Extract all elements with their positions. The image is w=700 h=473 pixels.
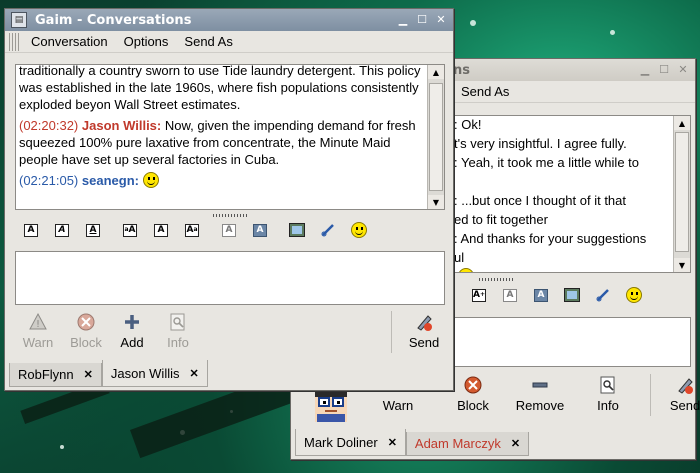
close-tab-icon[interactable]: ✕ xyxy=(189,367,198,380)
minimize-icon[interactable]: ▁ xyxy=(395,12,411,27)
info-button[interactable]: Info xyxy=(588,374,628,416)
smiley-icon[interactable] xyxy=(624,285,644,305)
scroll-down-icon[interactable]: ▼ xyxy=(428,195,444,209)
scroll-up-icon[interactable]: ▲ xyxy=(428,65,444,79)
chat-message: (02:21:05) seanegn: xyxy=(19,172,424,189)
scroll-thumb[interactable] xyxy=(675,132,689,252)
message-sender: Jason Willis: xyxy=(81,118,162,133)
maximize-icon[interactable]: ☐ xyxy=(414,12,430,27)
tab-strip: RobFlynn ✕ Jason Willis ✕ xyxy=(9,360,208,387)
title-bar[interactable]: ▤ Gaim - Conversations ▁ ☐ ✕ xyxy=(5,9,453,31)
remove-button[interactable]: Remove xyxy=(512,374,568,416)
font-face-icon[interactable]: A xyxy=(500,285,520,305)
link-icon[interactable] xyxy=(593,285,613,305)
svg-text:!: ! xyxy=(36,319,40,330)
send-button[interactable]: Send xyxy=(665,374,700,416)
font-size-up-icon[interactable]: Aa xyxy=(182,220,202,240)
minimize-icon[interactable]: ▁ xyxy=(637,62,653,77)
menu-send-as[interactable]: Send As xyxy=(453,84,517,99)
add-button[interactable]: Add xyxy=(115,311,149,353)
block-button[interactable]: Block xyxy=(69,311,103,353)
scroll-thumb[interactable] xyxy=(429,83,443,191)
message-line: : And thanks for your suggestions xyxy=(454,231,647,246)
info-button[interactable]: Info xyxy=(161,311,195,353)
info-icon xyxy=(167,311,189,333)
smiley-icon xyxy=(142,172,159,188)
link-icon[interactable] xyxy=(318,220,338,240)
menu-options[interactable]: Options xyxy=(116,34,177,49)
message-entry[interactable] xyxy=(453,317,691,367)
message-text: Now, given the impending demand for fres… xyxy=(19,118,416,167)
format-toolbar: A + A A xyxy=(469,285,655,305)
close-tab-icon[interactable]: ✕ xyxy=(84,368,93,381)
tab-jason-willis[interactable]: Jason Willis ✕ xyxy=(101,360,208,387)
scroll-up-icon[interactable]: ▲ xyxy=(674,116,690,130)
underline-icon[interactable]: A xyxy=(83,220,103,240)
font-face-icon[interactable]: A xyxy=(219,220,239,240)
send-button[interactable]: Send xyxy=(406,311,442,353)
message-line: : Ok! xyxy=(454,117,482,132)
scroll-down-icon[interactable]: ▼ xyxy=(674,258,690,272)
tab-strip: Mark Doliner ✕ Adam Marczyk ✕ xyxy=(295,429,530,456)
close-tab-icon[interactable]: ✕ xyxy=(511,437,520,450)
font-size-up-icon[interactable]: A + xyxy=(469,285,489,305)
italic-icon[interactable]: A xyxy=(52,220,72,240)
message-timestamp: (02:21:05) xyxy=(19,173,79,188)
window-title: ns xyxy=(453,62,470,78)
message-entry[interactable] xyxy=(15,251,445,305)
block-icon xyxy=(462,374,484,396)
bold-icon[interactable]: A xyxy=(21,220,41,240)
conversation-history: : Ok! t's very insightful. I agree fully.… xyxy=(453,115,691,273)
message-line: ed to fit together xyxy=(454,212,548,227)
menubar-grip[interactable] xyxy=(9,32,19,51)
font-size-down-icon[interactable]: aA xyxy=(120,220,140,240)
pane-resize-handle[interactable] xyxy=(479,278,515,281)
message-text: traditionally a country sworn to use Tid… xyxy=(19,64,421,112)
pane-resize-handle[interactable] xyxy=(213,214,249,217)
message-timestamp: (02:20:32) xyxy=(19,118,79,133)
send-icon xyxy=(674,374,696,396)
toolbar-separator xyxy=(650,374,651,416)
message-line xyxy=(454,173,670,190)
conversation-window-front: ▤ Gaim - Conversations ▁ ☐ ✕ Conversatio… xyxy=(4,8,454,391)
warn-button[interactable]: ! Warn xyxy=(21,311,55,353)
close-tab-icon[interactable]: ✕ xyxy=(388,436,397,449)
close-icon[interactable]: ✕ xyxy=(433,12,449,27)
image-icon[interactable] xyxy=(562,285,582,305)
warn-icon: ! xyxy=(27,311,49,333)
font-color-icon[interactable]: A xyxy=(250,220,270,240)
menu-bar: Conversation Options Send As xyxy=(5,31,453,53)
history-scrollbar[interactable]: ▲ ▼ xyxy=(673,116,690,272)
chat-message: (02:20:32) Jason Willis: Now, given the … xyxy=(19,117,424,168)
smiley-icon xyxy=(458,268,474,272)
tab-adam-marczyk[interactable]: Adam Marczyk ✕ xyxy=(405,432,530,456)
font-color-icon[interactable]: A xyxy=(531,285,551,305)
conversation-history: traditionally a country sworn to use Tid… xyxy=(15,64,445,210)
block-icon xyxy=(75,311,97,333)
close-icon[interactable]: ✕ xyxy=(675,62,691,77)
info-icon xyxy=(597,374,619,396)
toolbar-separator xyxy=(391,311,392,353)
tab-robflynn[interactable]: RobFlynn ✕ xyxy=(9,363,102,387)
image-icon[interactable] xyxy=(287,220,307,240)
message-line: : Yeah, it took me a little while to xyxy=(454,155,639,170)
message-line: ul xyxy=(454,250,465,265)
action-bar: ! Warn Block Add Info Send xyxy=(21,311,442,353)
message-line: : ...but once I thought of it that xyxy=(454,193,627,208)
message-line: t's very insightful. I agree fully. xyxy=(454,136,627,151)
font-normal-icon[interactable]: A xyxy=(151,220,171,240)
remove-icon xyxy=(529,374,551,396)
menu-send-as[interactable]: Send As xyxy=(176,34,240,49)
maximize-icon[interactable]: ☐ xyxy=(656,62,672,77)
smiley-icon[interactable] xyxy=(349,220,369,240)
history-scrollbar[interactable]: ▲ ▼ xyxy=(427,65,444,209)
window-title: Gaim - Conversations xyxy=(35,12,192,28)
tab-mark-doliner[interactable]: Mark Doliner ✕ xyxy=(295,429,406,456)
menu-conversation[interactable]: Conversation xyxy=(23,34,116,49)
add-icon xyxy=(121,311,143,333)
send-icon xyxy=(413,311,435,333)
format-toolbar: A A A aA A Aa A A xyxy=(21,220,380,240)
app-menu-icon[interactable]: ▤ xyxy=(11,12,27,28)
message-sender: seanegn: xyxy=(81,173,139,188)
